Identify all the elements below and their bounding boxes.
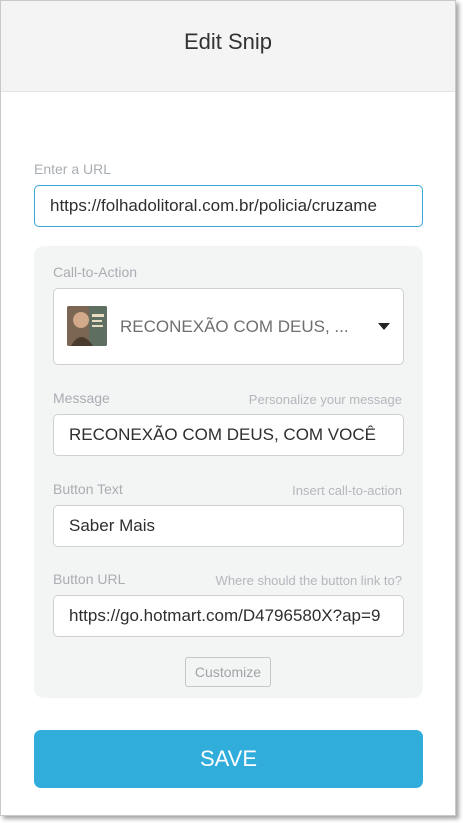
url-input[interactable]: https://folhadolitoral.com.br/policia/cr… <box>34 185 423 227</box>
customize-button[interactable]: Customize <box>185 657 271 687</box>
url-label: Enter a URL <box>34 161 112 177</box>
caret-down-icon[interactable] <box>378 323 390 330</box>
cta-label: Call-to-Action <box>53 264 138 280</box>
cta-dropdown[interactable]: RECONEXÃO COM DEUS, ... <box>53 288 404 365</box>
avatar <box>67 306 107 346</box>
save-button[interactable]: SAVE <box>34 730 423 788</box>
page-title: Edit Snip <box>183 29 273 54</box>
cta-selected-text: RECONEXÃO COM DEUS, ... <box>120 317 349 336</box>
button-url-label: Button URL <box>53 571 126 587</box>
header: Edit Snip <box>1 1 455 92</box>
button-url-hint: Where should the button link to? <box>215 573 402 588</box>
message-hint: Personalize your message <box>248 392 402 407</box>
avatar-thumbnail-icon <box>67 306 107 346</box>
button-text-label: Button Text <box>53 481 123 497</box>
message-input[interactable]: RECONEXÃO COM DEUS, COM VOCÊ <box>53 414 404 456</box>
edit-snip-window: Edit Snip Enter a URL https://folhadolit… <box>0 0 456 816</box>
button-text-hint: Insert call-to-action <box>292 483 402 498</box>
button-url-input[interactable]: https://go.hotmart.com/D4796580X?ap=9 <box>53 595 404 637</box>
message-label: Message <box>53 390 110 406</box>
button-text-input[interactable]: Saber Mais <box>53 505 404 547</box>
